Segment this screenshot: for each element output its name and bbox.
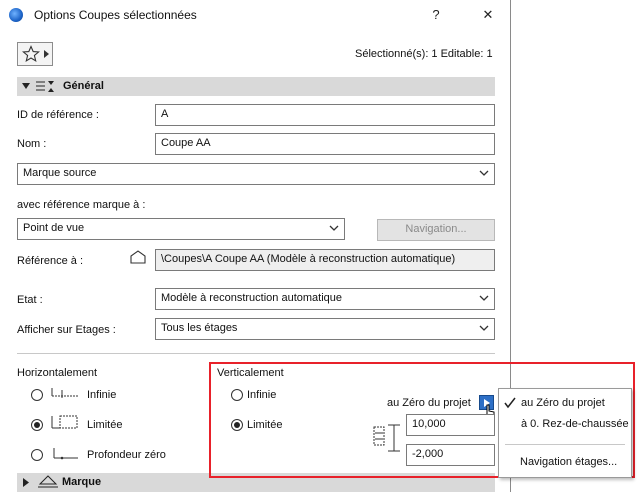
checkmark-icon [504, 397, 516, 409]
marker-icon [38, 475, 58, 488]
star-icon [22, 45, 40, 62]
close-button[interactable]: ✕ [478, 7, 498, 23]
id-label: ID de référence : [17, 109, 99, 121]
reference-path-field: \Coupes\A Coupe AA (Modèle à reconstruct… [155, 249, 495, 271]
general-section-title: Général [63, 80, 104, 92]
chevron-down-icon [479, 325, 489, 331]
menu-item-project-zero[interactable]: au Zéro du projet [499, 394, 631, 414]
window-title: Options Coupes sélectionnées [34, 8, 197, 22]
menu-item-label: Navigation étages... [520, 456, 618, 468]
home-view-icon [130, 250, 146, 264]
stories-select[interactable]: Tous les étages [155, 318, 495, 340]
status-label: Etat : [17, 294, 43, 306]
chevron-down-icon [329, 225, 339, 231]
status-value: Modèle à reconstruction automatique [161, 292, 342, 304]
ref-marker-label: avec référence marque à : [17, 199, 146, 211]
help-button[interactable]: ? [426, 7, 446, 22]
expand-triangle-icon [23, 478, 29, 487]
zero-depth-icon [53, 448, 78, 460]
name-input[interactable]: Coupe AA [155, 133, 495, 155]
horizontal-infinite-radio[interactable] [31, 389, 43, 401]
marker-section-title: Marque [62, 476, 102, 488]
horizontal-title: Horizontalement [17, 367, 98, 379]
limited-range-icon [51, 415, 78, 429]
divider [17, 353, 495, 354]
ref-marker-value: Point de vue [23, 222, 85, 234]
archicad-app-icon [9, 8, 23, 22]
name-label: Nom : [17, 138, 47, 150]
navigation-button[interactable]: Navigation... [377, 219, 495, 241]
chevron-down-icon [479, 170, 489, 176]
marker-type-select[interactable]: Marque source [17, 163, 495, 185]
reference-popup-menu: au Zéro du projet à 0. Rez-de-chaussée N… [498, 388, 632, 478]
title-bar[interactable]: Options Coupes sélectionnées ? ✕ [0, 0, 510, 30]
chevron-down-icon [479, 295, 489, 301]
infinite-range-icon [51, 388, 78, 398]
menu-item-story-navigation[interactable]: Navigation étages... [499, 453, 631, 473]
favorites-button[interactable] [17, 42, 53, 66]
id-input[interactable]: A [155, 104, 495, 126]
horizontal-option-infinite: Infinie [87, 389, 117, 401]
horizontal-limited-radio[interactable] [31, 419, 43, 431]
reference-label: Référence à : [17, 255, 84, 267]
horizontal-option-zero-depth: Profondeur zéro [87, 449, 166, 461]
marker-type-value: Marque source [23, 167, 97, 179]
ref-marker-select[interactable]: Point de vue [17, 218, 345, 240]
menu-divider [505, 444, 625, 445]
general-section-header[interactable]: Général [17, 77, 495, 96]
status-select[interactable]: Modèle à reconstruction automatique [155, 288, 495, 310]
menu-item-label: à 0. Rez-de-chaussée [521, 418, 629, 430]
collapse-triangle-icon [22, 83, 30, 89]
selection-status: Sélectionné(s): 1 Editable: 1 [355, 48, 493, 60]
horizontal-option-limited: Limitée [87, 419, 123, 431]
section-settings-icon [36, 81, 54, 92]
menu-item-label: au Zéro du projet [521, 397, 605, 409]
menu-item-ground-floor[interactable]: à 0. Rez-de-chaussée [499, 415, 631, 435]
horizontal-zero-depth-radio[interactable] [31, 449, 43, 461]
arrow-right-icon [44, 50, 49, 58]
stories-value: Tous les étages [161, 322, 238, 334]
stories-label: Afficher sur Etages : [17, 324, 116, 336]
